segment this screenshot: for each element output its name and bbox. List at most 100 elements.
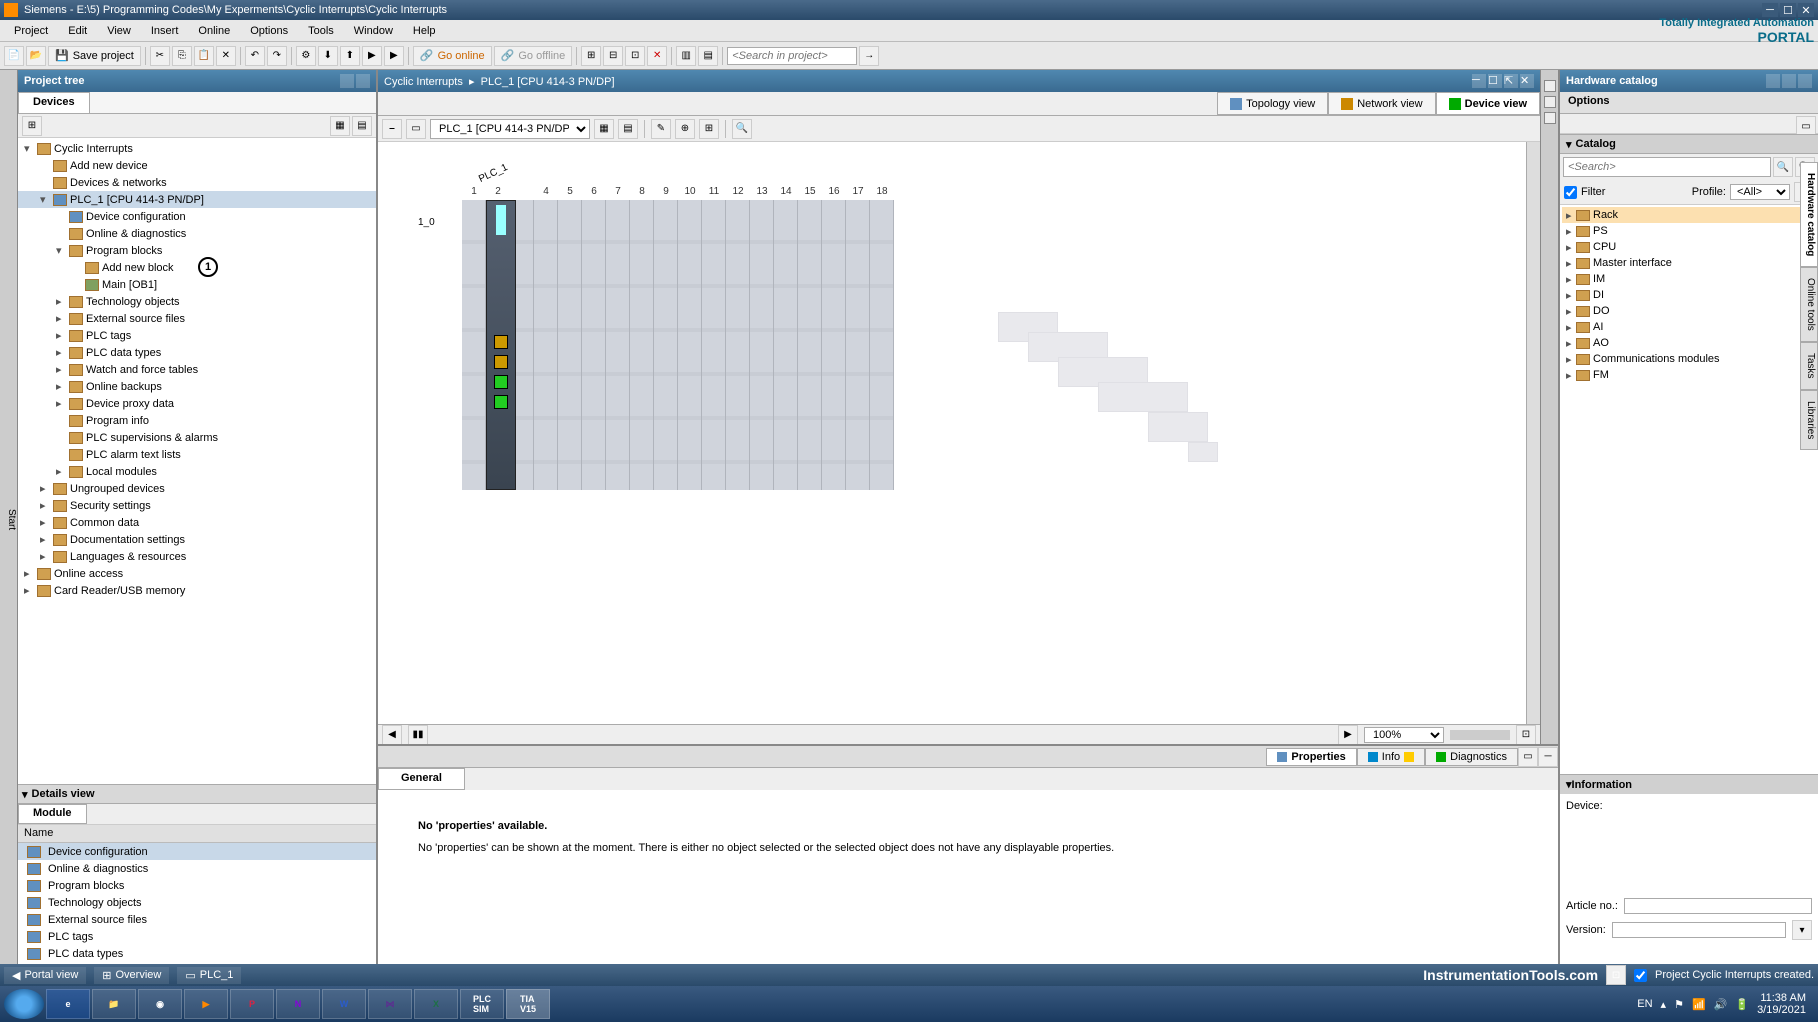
details-row[interactable]: PLC tags — [18, 928, 376, 945]
details-row[interactable]: PLC data types — [18, 945, 376, 962]
rack-slot[interactable] — [702, 200, 726, 490]
device-view-tab[interactable]: Device view — [1436, 92, 1540, 115]
details-row[interactable]: Watch and force tables — [18, 962, 376, 964]
catalog-item[interactable]: ▸Rack — [1562, 207, 1816, 223]
start-cpu-icon[interactable]: ▶ — [384, 46, 404, 66]
cpu-port-1[interactable] — [494, 335, 508, 349]
menu-edit[interactable]: Edit — [58, 23, 97, 39]
side-tool-3[interactable] — [1544, 112, 1556, 124]
tree-tool-3[interactable]: ▤ — [352, 116, 372, 136]
inspector-btn-1[interactable]: ▭ — [1518, 747, 1538, 767]
network-view-tab[interactable]: Network view — [1328, 92, 1435, 115]
menu-online[interactable]: Online — [188, 23, 240, 39]
editor-float-icon[interactable]: ⇱ — [1504, 74, 1518, 88]
catalog-item[interactable]: ▸DO — [1562, 303, 1816, 319]
minimize-button[interactable]: ─ — [1762, 3, 1778, 17]
catalog-item[interactable]: ▸PS — [1562, 223, 1816, 239]
canvas-nav-pause[interactable]: ▮▮ — [408, 725, 428, 745]
status-icon[interactable]: ⊡ — [1606, 965, 1626, 985]
catalog-tree[interactable]: ▸Rack▸PS▸CPU▸Master interface▸IM▸DI▸DO▸A… — [1560, 205, 1818, 774]
catalog-arrow-icon[interactable]: ▸ — [1566, 289, 1576, 302]
canvas-nav-left[interactable]: ◀ — [382, 725, 402, 745]
catalog-item[interactable]: ▸CPU — [1562, 239, 1816, 255]
side-tab-hardware[interactable]: Hardware catalog — [1800, 162, 1818, 267]
tree-item[interactable]: ▸Documentation settings — [18, 531, 376, 548]
inspector-btn-2[interactable]: ─ — [1538, 747, 1558, 767]
rack-slot[interactable] — [558, 200, 582, 490]
details-row[interactable]: Technology objects — [18, 894, 376, 911]
info-tab[interactable]: Info — [1357, 748, 1425, 766]
portal-view-button[interactable]: ◀ Portal view — [4, 967, 86, 984]
rack-slot[interactable] — [654, 200, 678, 490]
cpu-port-2[interactable] — [494, 355, 508, 369]
catalog-search-btn-1[interactable]: 🔍 — [1773, 157, 1793, 177]
tree-item[interactable]: Device configuration — [18, 208, 376, 225]
tray-arrow-icon[interactable]: ▴ — [1661, 998, 1667, 1011]
menu-insert[interactable]: Insert — [141, 23, 189, 39]
catalog-arrow-icon[interactable]: ▸ — [1566, 321, 1576, 334]
side-tool-2[interactable] — [1544, 96, 1556, 108]
tree-arrow-icon[interactable]: ▸ — [56, 363, 66, 376]
split-v-icon[interactable]: ▤ — [698, 46, 718, 66]
details-row[interactable]: Online & diagnostics — [18, 860, 376, 877]
cpu-port-3[interactable] — [494, 375, 508, 389]
catalog-arrow-icon[interactable]: ▸ — [1566, 241, 1576, 254]
rack-slot[interactable] — [582, 200, 606, 490]
taskbar-plcsim[interactable]: PLCSIM — [460, 989, 504, 1019]
rack-slot[interactable] — [606, 200, 630, 490]
cat-hdr-btn-2[interactable] — [1782, 74, 1796, 88]
rack-slot[interactable] — [750, 200, 774, 490]
tree-item[interactable]: ▸Device proxy data — [18, 395, 376, 412]
tree-btn-1[interactable] — [340, 74, 354, 88]
information-header[interactable]: ▾Information — [1560, 774, 1818, 794]
tree-arrow-icon[interactable]: ▾ — [56, 244, 66, 257]
start-tab[interactable]: Start — [0, 70, 18, 964]
taskbar-onenote[interactable]: N — [276, 989, 320, 1019]
cat-hdr-btn-1[interactable] — [1766, 74, 1780, 88]
menu-tools[interactable]: Tools — [298, 23, 344, 39]
filter-checkbox[interactable] — [1564, 186, 1577, 199]
options-btn[interactable]: ▭ — [1796, 116, 1816, 136]
tree-item[interactable]: ▸Card Reader/USB memory — [18, 582, 376, 599]
device-canvas[interactable]: PLC_1 1_0 12456789101112131415161718 — [378, 142, 1540, 724]
close-button[interactable]: ✕ — [1798, 3, 1814, 17]
editor-max-icon[interactable]: ☐ — [1488, 74, 1502, 88]
menu-project[interactable]: Project — [4, 23, 58, 39]
editor-min-icon[interactable]: ─ — [1472, 74, 1486, 88]
catalog-section-header[interactable]: ▾Catalog — [1560, 134, 1818, 154]
module-tab[interactable]: Module — [18, 804, 87, 824]
catalog-arrow-icon[interactable]: ▸ — [1566, 337, 1576, 350]
start-button[interactable] — [4, 989, 44, 1019]
article-input[interactable] — [1624, 898, 1812, 914]
menu-help[interactable]: Help — [403, 23, 446, 39]
canvas-vscroll[interactable] — [1526, 142, 1540, 724]
tray-clock[interactable]: 11:38 AM 3/19/2021 — [1757, 992, 1806, 1016]
tree-item[interactable]: ▸Languages & resources — [18, 548, 376, 565]
tray-bat-icon[interactable]: 🔋 — [1735, 998, 1749, 1011]
cut-icon[interactable]: ✂ — [150, 46, 170, 66]
side-tab-online[interactable]: Online tools — [1800, 267, 1818, 342]
tree-arrow-icon[interactable]: ▸ — [56, 465, 66, 478]
catalog-item[interactable]: ▸AI — [1562, 319, 1816, 335]
general-tab[interactable]: General — [378, 768, 465, 790]
catalog-item[interactable]: ▸FM — [1562, 367, 1816, 383]
version-dropdown-icon[interactable]: ▾ — [1792, 920, 1812, 940]
rack-slot[interactable] — [534, 200, 558, 490]
project-tree[interactable]: ▾Cyclic InterruptsAdd new deviceDevices … — [18, 138, 376, 784]
tray-vol-icon[interactable]: 🔊 — [1714, 998, 1728, 1011]
tb-icon-3[interactable]: ⊡ — [625, 46, 645, 66]
catalog-item[interactable]: ▸IM — [1562, 271, 1816, 287]
tree-arrow-icon[interactable]: ▸ — [24, 584, 34, 597]
tree-item[interactable]: Program info — [18, 412, 376, 429]
tree-tool-1[interactable]: ⊞ — [22, 116, 42, 136]
catalog-search-input[interactable] — [1563, 157, 1771, 177]
redo-icon[interactable]: ↷ — [267, 46, 287, 66]
split-h-icon[interactable]: ▥ — [676, 46, 696, 66]
tree-arrow-icon[interactable]: ▸ — [56, 380, 66, 393]
tree-arrow-icon[interactable]: ▸ — [56, 312, 66, 325]
tree-item[interactable]: Devices & networks — [18, 174, 376, 191]
profile-selector[interactable]: <All> — [1730, 184, 1790, 200]
zoom-selector[interactable]: 100% — [1364, 727, 1444, 743]
device-tb-6[interactable]: ⊕ — [675, 119, 695, 139]
tree-item[interactable]: ▸Local modules — [18, 463, 376, 480]
